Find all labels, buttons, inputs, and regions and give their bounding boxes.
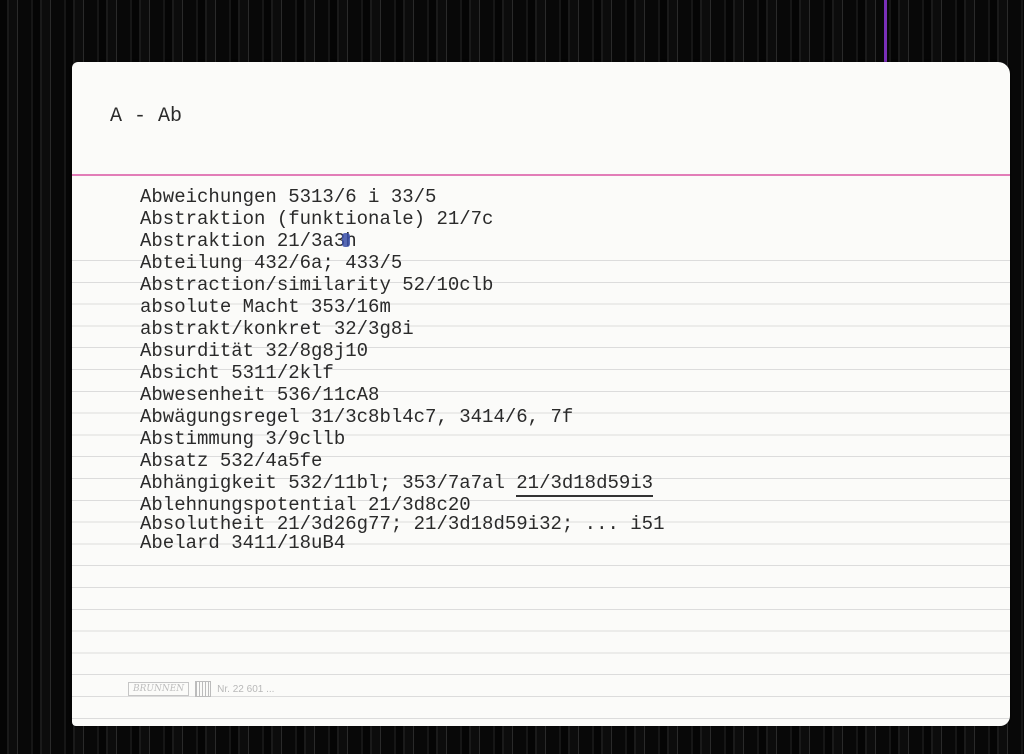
entry: Abstraktion (funktionale) 21/7c: [140, 208, 980, 230]
entry: Absicht 5311/2klf: [140, 362, 980, 384]
header-divider: [72, 174, 1010, 176]
entry-text: absolute Macht 353/16m: [140, 296, 391, 318]
index-card: A - Ab Abweichungen 5313/6 i 33/5 Abstra…: [72, 62, 1010, 726]
entry: Absatz 532/4a5fe: [140, 450, 980, 472]
entry-text: Abstimmung 3/9cllb: [140, 428, 346, 450]
entry-text: abstrakt/konkret 32/3g8i: [140, 318, 414, 340]
entry: Abhängigkeit 532/11bl; 353/7a7al 21/3d18…: [140, 472, 980, 497]
entry-text: Abwägungsregel 31/3c8bl4c7, 3414/6, 7f: [140, 406, 574, 428]
entry-text: Abstraction/similarity 52/10clb: [140, 274, 494, 296]
entry: Abwesenheit 536/11cA8: [140, 384, 980, 406]
entry: Abstraktion 21/3a3h: [140, 230, 980, 252]
entry-text: Absicht 5311/2klf: [140, 362, 334, 384]
brand-mark-icon: [195, 681, 212, 697]
entry-text: Abhängigkeit 532/11bl; 353/7a7al: [140, 472, 517, 494]
ink-correction: [342, 233, 351, 247]
entry: Absurdität 32/8g8j10: [140, 340, 980, 362]
entry: abstrakt/konkret 32/3g8i: [140, 318, 980, 340]
entry: Abwägungsregel 31/3c8bl4c7, 3414/6, 7f: [140, 406, 980, 428]
entry-text: Absurdität 32/8g8j10: [140, 340, 369, 362]
entry-text: Abstraktion 21/3a3: [140, 230, 346, 252]
card-header: A - Ab: [110, 105, 183, 128]
entry-list: Abweichungen 5313/6 i 33/5 Abstraktion (…: [140, 186, 980, 554]
entry: Absolutheit 21/3d26g77; 21/3d18d59i32; .…: [140, 515, 980, 534]
entry: Abstimmung 3/9cllb: [140, 428, 980, 450]
product-number: Nr. 22 601 ...: [217, 683, 275, 695]
entry: Abelard 3411/18uB4: [140, 532, 980, 554]
brand-logo: BRUNNEN: [128, 682, 190, 696]
scan-artifact-line: [884, 0, 887, 62]
entry: absolute Macht 353/16m: [140, 296, 980, 318]
entry-text: Abstraktion (funktionale) 21/7c: [140, 208, 494, 230]
entry-text: Abweichungen 5313/6 i 33/5: [140, 186, 437, 208]
entry-text: Abteilung 432/6a; 433/5: [140, 252, 403, 274]
entry-text: Absatz 532/4a5fe: [140, 450, 323, 472]
underlined-reference: 21/3d18d59i3: [516, 472, 654, 497]
entry: Abweichungen 5313/6 i 33/5: [140, 186, 980, 208]
entry-text: Abwesenheit 536/11cA8: [140, 384, 380, 406]
entry: Abteilung 432/6a; 433/5: [140, 252, 980, 274]
card-footer: BRUNNEN Nr. 22 601 ...: [128, 681, 274, 697]
entry-text: Abelard 3411/18uB4: [140, 532, 346, 554]
entry: Abstraction/similarity 52/10clb: [140, 274, 980, 296]
